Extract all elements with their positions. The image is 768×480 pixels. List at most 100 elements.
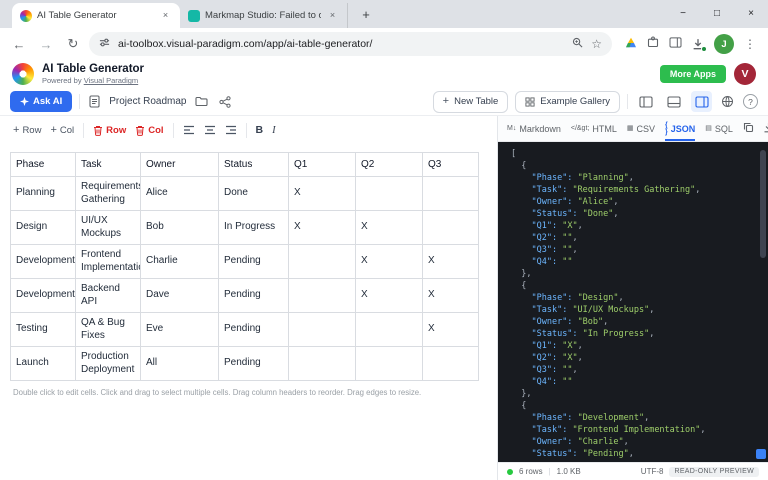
table-cell[interactable]: Done [219,177,289,211]
italic-button[interactable]: I [272,125,276,136]
table-cell[interactable]: Pending [219,279,289,313]
column-header[interactable]: Q1 [289,153,356,177]
close-button[interactable]: × [734,0,768,26]
table-cell[interactable]: Pending [219,313,289,347]
add-col-button[interactable]: + Col [50,125,74,136]
table-cell[interactable]: X [423,313,479,347]
table-cell[interactable] [356,177,423,211]
side-panel-icon[interactable] [669,35,682,53]
table-cell[interactable]: Alice [141,177,219,211]
table-cell[interactable]: X [423,279,479,313]
file-name[interactable]: Project Roadmap [109,96,186,107]
forward-button[interactable]: → [35,33,57,55]
table-cell[interactable] [289,279,356,313]
browser-tab-markmap-studio[interactable]: Markmap Studio: Failed to ope × [180,3,348,28]
table-cell[interactable]: Production Deployment [76,347,141,381]
table-cell[interactable]: QA & Bug Fixes [76,313,141,347]
table-cell[interactable]: UI/UX Mockups [76,211,141,245]
document-icon[interactable] [87,93,102,110]
layout-right-panel-icon[interactable] [691,91,712,112]
scrollbar-thumb[interactable] [760,150,766,258]
column-header[interactable]: Status [219,153,289,177]
tab-sql[interactable]: ▤ SQL [705,116,733,141]
table-cell[interactable]: Testing [11,313,76,347]
add-row-button[interactable]: + Row [13,125,41,136]
table-cell[interactable]: X [289,177,356,211]
scroll-corner-indicator[interactable] [756,449,766,459]
table-cell[interactable]: Design [11,211,76,245]
url-text[interactable]: ai-toolbox.visual-paradigm.com/app/ai-ta… [118,38,564,50]
table-cell[interactable]: X [423,245,479,279]
table-cell[interactable]: In Progress [219,211,289,245]
address-bar[interactable]: ai-toolbox.visual-paradigm.com/app/ai-ta… [89,32,612,56]
table-cell[interactable] [289,313,356,347]
table-cell[interactable]: Requirements Gathering [76,177,141,211]
user-avatar[interactable]: V [734,63,756,85]
table-cell[interactable]: Pending [219,245,289,279]
browser-profile-avatar[interactable]: J [714,34,734,54]
table-cell[interactable]: Bob [141,211,219,245]
downloads-icon[interactable] [692,38,704,50]
table-cell[interactable]: X [356,211,423,245]
browser-tab-ai-table-generator[interactable]: AI Table Generator × [12,3,180,28]
copy-icon[interactable] [743,122,754,135]
table-cell[interactable] [289,245,356,279]
column-header[interactable]: Q3 [423,153,479,177]
table-cell[interactable]: X [356,279,423,313]
table-cell[interactable]: Frontend Implementation [76,245,141,279]
column-header[interactable]: Task [76,153,141,177]
column-header[interactable]: Q2 [356,153,423,177]
table-cell[interactable]: Pending [219,347,289,381]
language-globe-icon[interactable] [719,93,736,110]
align-left-button[interactable] [183,125,195,135]
table-cell[interactable]: Launch [11,347,76,381]
column-header[interactable]: Phase [11,153,76,177]
column-header[interactable]: Owner [141,153,219,177]
layout-bottom-panel-icon[interactable] [663,91,684,112]
new-tab-button[interactable]: + [356,5,376,25]
tab-close-icon[interactable]: × [159,9,172,22]
layout-left-panel-icon[interactable] [635,91,656,112]
align-right-button[interactable] [225,125,237,135]
minimize-button[interactable]: − [666,0,700,26]
ask-ai-button[interactable]: Ask AI [10,91,72,112]
drive-extension-icon[interactable] [625,35,637,53]
table-cell[interactable]: Planning [11,177,76,211]
table-cell[interactable]: X [356,245,423,279]
bold-button[interactable]: B [256,124,264,136]
bookmark-star-icon[interactable]: ☆ [591,38,602,50]
table-cell[interactable]: X [289,211,356,245]
example-gallery-button[interactable]: Example Gallery [515,91,620,113]
table-cell[interactable]: Eve [141,313,219,347]
tab-close-icon[interactable]: × [326,9,339,22]
help-button[interactable]: ? [743,94,758,109]
table-cell[interactable]: Development [11,245,76,279]
download-icon[interactable] [763,122,768,135]
visual-paradigm-link[interactable]: Visual Paradigm [84,76,138,85]
table-cell[interactable] [356,347,423,381]
table-cell[interactable]: All [141,347,219,381]
new-table-button[interactable]: + New Table [433,91,509,113]
table-cell[interactable]: Charlie [141,245,219,279]
maximize-button[interactable]: □ [700,0,734,26]
table-cell[interactable]: Development [11,279,76,313]
share-icon[interactable] [217,94,233,110]
more-apps-button[interactable]: More Apps [660,65,726,83]
table-cell[interactable] [356,313,423,347]
reload-button[interactable]: ↻ [62,33,84,55]
table-cell[interactable] [423,177,479,211]
delete-col-button[interactable]: Col [135,125,163,136]
open-folder-icon[interactable] [193,94,210,109]
align-center-button[interactable] [204,125,216,135]
zoom-icon[interactable] [572,35,583,53]
table-cell[interactable]: Backend API [76,279,141,313]
extensions-puzzle-icon[interactable] [647,35,659,53]
code-editor[interactable]: [ { "Phase": "Planning", "Task": "Requir… [498,142,768,462]
table-cell[interactable] [423,211,479,245]
tab-markdown[interactable]: M↓ Markdown [507,116,561,141]
delete-row-button[interactable]: Row [93,125,126,136]
tab-csv[interactable]: ▦ CSV [627,116,655,141]
table-cell[interactable]: Dave [141,279,219,313]
site-settings-icon[interactable] [99,35,110,53]
back-button[interactable]: ← [8,33,30,55]
